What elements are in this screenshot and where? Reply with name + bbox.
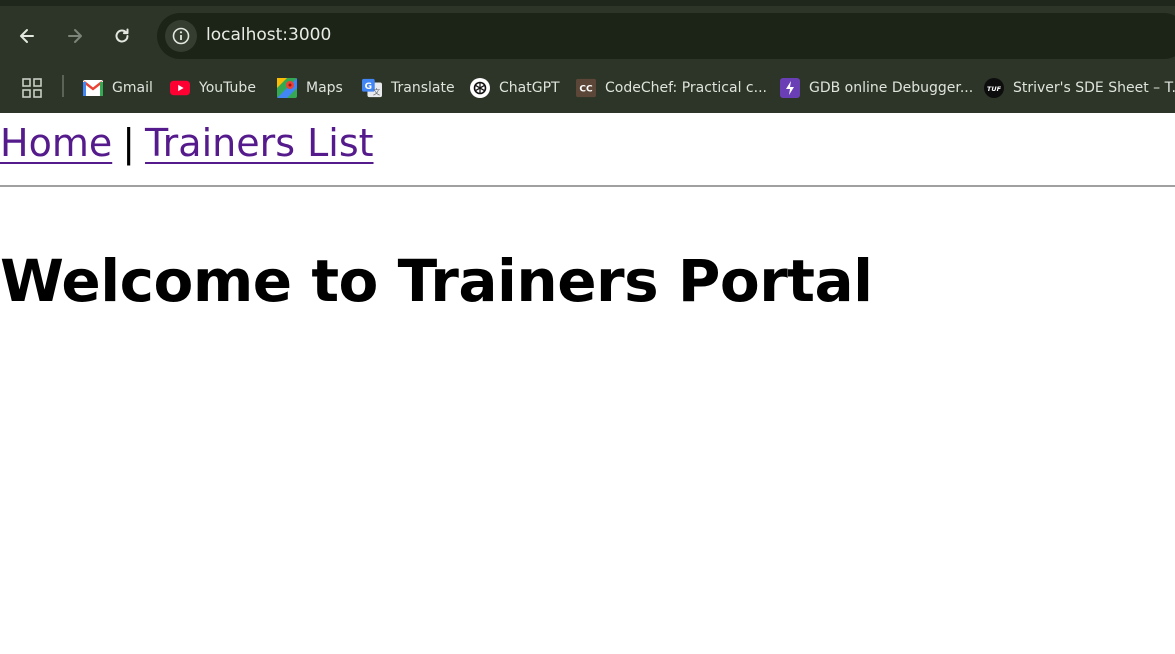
bookmark-maps[interactable]: Maps [277,76,343,100]
address-bar[interactable]: localhost:3000 [157,13,1175,59]
reload-button[interactable] [106,20,138,52]
bookmark-label: Striver's SDE Sheet – T... [1013,80,1175,96]
maps-icon [277,78,297,98]
gmail-icon [83,78,103,98]
bookmark-chatgpt[interactable]: ChatGPT [470,76,560,100]
forward-button[interactable] [59,20,91,52]
page-title: Welcome to Trainers Portal [0,247,873,315]
reload-icon [115,28,129,43]
bookmark-label: GDB online Debugger... [809,80,974,96]
back-button[interactable] [11,20,43,52]
browser-toolbar: localhost:3000 [0,0,1175,64]
trainers-list-link[interactable]: Trainers List [145,121,373,165]
bookmark-striver[interactable]: TUF Striver's SDE Sheet – T... [984,76,1175,100]
svg-text:G: G [365,82,372,92]
home-link[interactable]: Home [0,121,112,165]
codechef-icon: CC [576,78,596,98]
bookmark-youtube[interactable]: YouTube [170,76,256,100]
top-nav: Home | Trainers List [0,113,1175,171]
page-content: Home | Trainers List Welcome to Trainers P… [0,113,1175,315]
bookmark-translate[interactable]: G 文 Translate [362,76,455,100]
apps-grid-icon [22,78,42,98]
bookmark-label: Translate [391,80,455,96]
bookmark-gdb[interactable]: GDB online Debugger... [780,76,973,100]
bookmark-label: Maps [306,80,343,96]
forward-arrow-icon [68,29,82,43]
translate-icon: G 文 [362,78,382,98]
youtube-icon [170,78,190,98]
bookmarks-divider [62,75,64,97]
bookmark-gmail[interactable]: Gmail [83,76,153,100]
browser-chrome: localhost:3000 Gmail YouTube Maps G 文 Tr… [0,0,1175,113]
apps-button[interactable] [22,76,42,100]
svg-text:文: 文 [373,87,381,96]
svg-text:CC: CC [579,85,593,95]
bookmark-label: ChatGPT [499,80,560,96]
tab-strip-edge [0,0,1175,6]
bookmarks-bar: Gmail YouTube Maps G 文 Translate ChatGPT… [0,64,1175,113]
bookmark-label: Gmail [112,80,153,96]
info-icon [172,27,190,45]
bookmark-label: CodeChef: Practical c... [605,80,767,96]
chatgpt-icon [470,78,490,98]
url-text: localhost:3000 [206,25,332,45]
site-info-button[interactable] [165,20,197,52]
nav-separator: | [122,121,136,165]
tuf-icon: TUF [984,78,1004,98]
bookmark-label: YouTube [199,80,256,96]
svg-text:TUF: TUF [987,85,1002,93]
back-arrow-icon [20,29,34,43]
bookmark-codechef[interactable]: CC CodeChef: Practical c... [576,76,767,100]
gdb-icon [780,78,800,98]
nav-divider [0,185,1175,187]
